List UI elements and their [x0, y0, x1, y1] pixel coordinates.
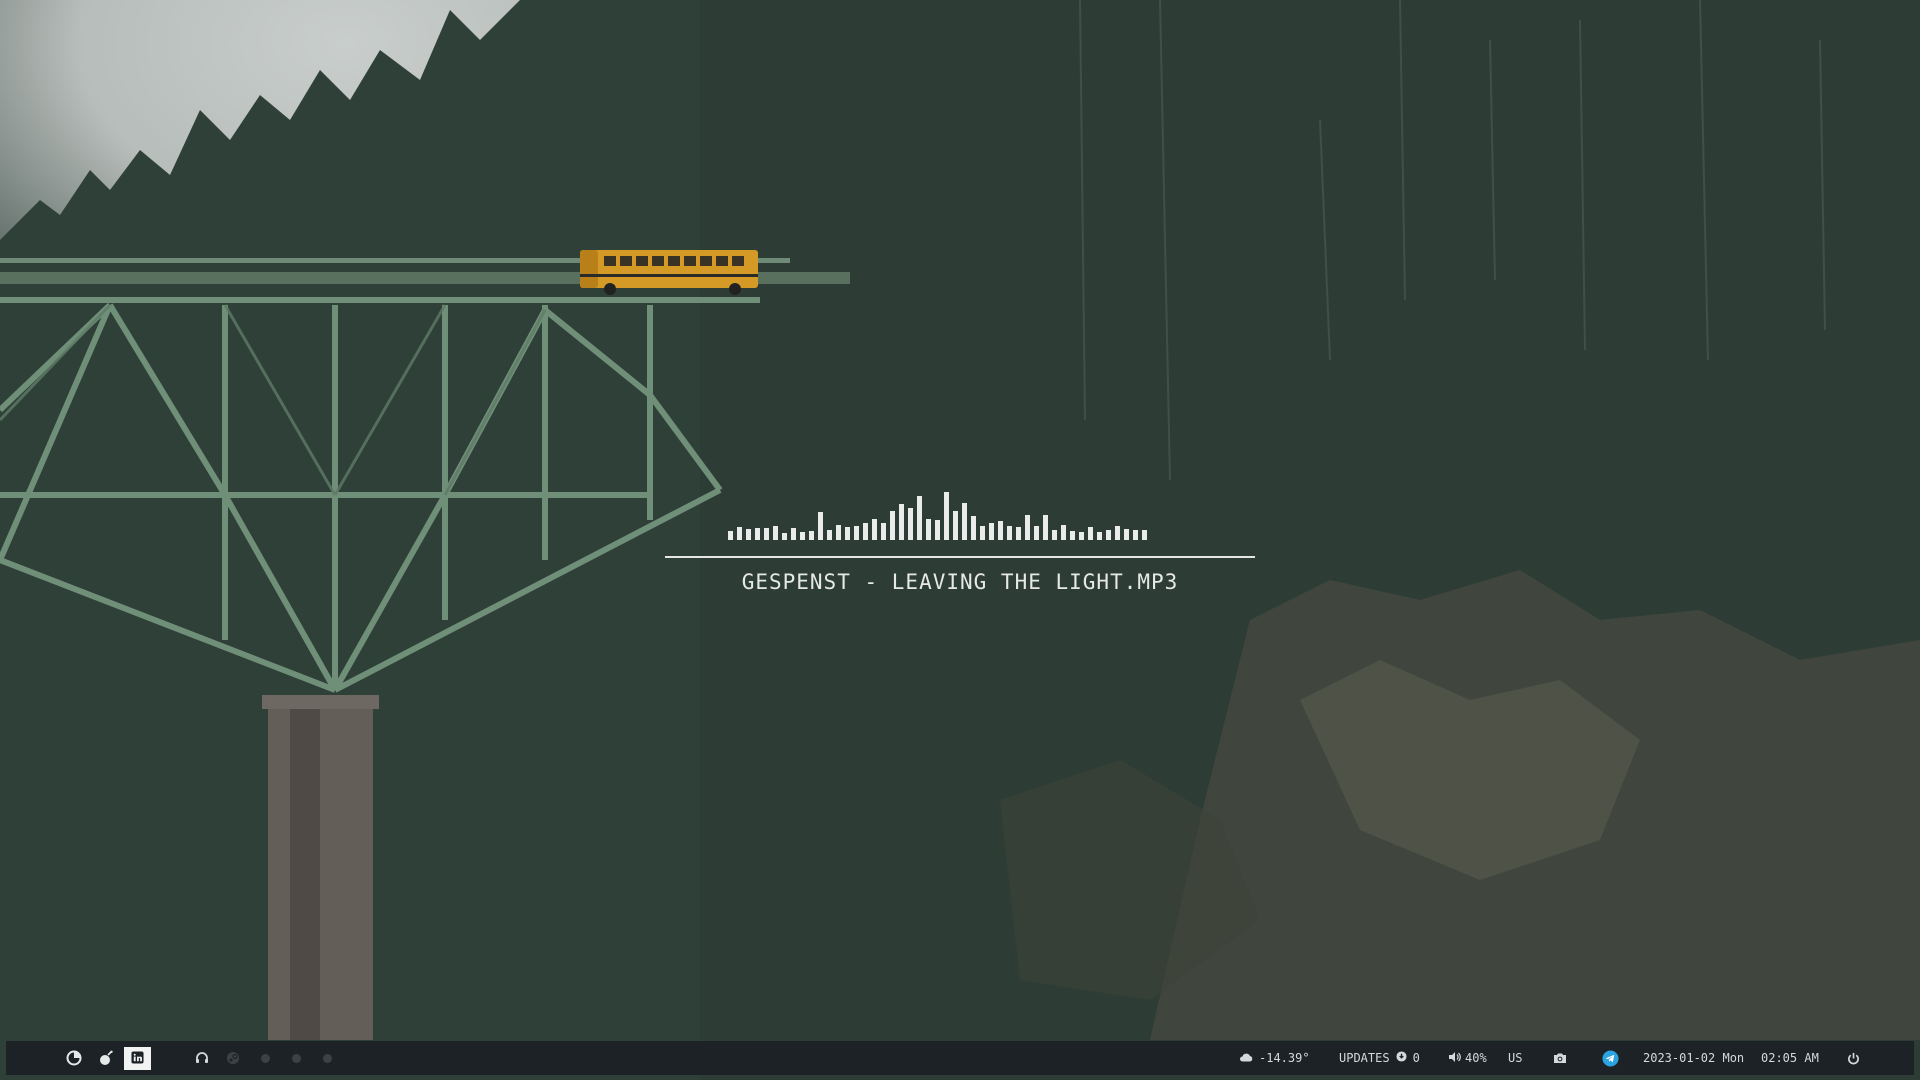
visualizer-bar [1115, 526, 1120, 540]
updates-module[interactable]: UPDATES 0 [1339, 1041, 1420, 1075]
linkedin-icon [131, 1050, 144, 1067]
volume-module[interactable]: 40% [1448, 1041, 1487, 1075]
visualizer-bar [944, 492, 949, 540]
camera-icon[interactable] [1553, 1041, 1567, 1075]
visualizer-bar [899, 504, 904, 540]
visualizer-bar [962, 503, 967, 540]
workspace-active[interactable] [124, 1047, 151, 1070]
visualizer-bar [989, 523, 994, 540]
visualizer-bar [1088, 527, 1093, 540]
visualizer-bar [980, 526, 985, 540]
visualizer-bar [746, 529, 751, 540]
visualizer-bar [845, 527, 850, 540]
audio-visualizer [728, 490, 1188, 540]
workspace-empty-1[interactable] [261, 1054, 270, 1063]
visualizer-bar [1124, 529, 1129, 540]
workspace-steam[interactable] [226, 1041, 240, 1075]
bomb-icon[interactable] [98, 1041, 114, 1075]
weather-module[interactable]: -14.39° [1239, 1041, 1310, 1075]
visualizer-bar [890, 511, 895, 540]
visualizer-bar [809, 531, 814, 540]
wallpaper [0, 0, 1920, 1080]
visualizer-bar [728, 531, 733, 540]
visualizer-bar [908, 508, 913, 540]
updates-label: UPDATES [1339, 1051, 1390, 1065]
visualizer-bar [1106, 530, 1111, 540]
visualizer-bar [1079, 532, 1084, 540]
visualizer-bar [1142, 530, 1147, 540]
desktop: GESPENST - LEAVING THE LIGHT.MP3 -14.39°… [0, 0, 1920, 1080]
steam-icon [226, 1051, 240, 1065]
visualizer-bar [1016, 527, 1021, 540]
visualizer-bar [755, 528, 760, 540]
visualizer-bar [1007, 526, 1012, 540]
clock: 02:05 AM [1761, 1051, 1819, 1065]
telegram-icon[interactable] [1602, 1041, 1619, 1075]
taskbar: -14.39° UPDATES 0 40% US 2023-01-02 Mon … [6, 1041, 1914, 1075]
visualizer-bar [827, 530, 832, 540]
power-icon[interactable] [1847, 1041, 1860, 1075]
workspace-empty-2[interactable] [292, 1054, 301, 1063]
visualizer-bar [773, 526, 778, 540]
visualizer-bar [1034, 526, 1039, 540]
visualizer-bar [836, 525, 841, 540]
visualizer-bar [1097, 532, 1102, 540]
visualizer-bar [971, 516, 976, 540]
headphones-icon [195, 1051, 209, 1065]
update-icon [1396, 1051, 1407, 1065]
date-display: 2023-01-02 Mon [1643, 1051, 1745, 1065]
visualizer-baseline [665, 556, 1255, 558]
keyboard-layout[interactable]: US [1508, 1041, 1522, 1075]
visualizer-bar [1133, 530, 1138, 540]
visualizer-bar [854, 526, 859, 540]
visualizer-bar [791, 528, 796, 540]
visualizer-bar [926, 519, 931, 540]
visualizer-bar [737, 527, 742, 540]
cloud-icon [1239, 1051, 1253, 1065]
now-playing-title: GESPENST - LEAVING THE LIGHT.MP3 [741, 570, 1179, 594]
visualizer-bar [953, 511, 958, 540]
visualizer-bar [917, 496, 922, 540]
visualizer-bar [998, 521, 1003, 540]
visualizer-bar [881, 523, 886, 540]
visualizer-bar [764, 528, 769, 540]
workspace-empty-3[interactable] [323, 1054, 332, 1063]
workspace-headphones[interactable] [195, 1041, 209, 1075]
volume-level: 40% [1465, 1051, 1487, 1065]
speaker-icon [1448, 1051, 1461, 1066]
visualizer-bar [782, 533, 787, 540]
visualizer-bar [863, 523, 868, 540]
weather-temperature: -14.39° [1259, 1051, 1310, 1065]
visualizer-bar [1025, 515, 1030, 540]
visualizer-bar [818, 512, 823, 540]
updates-count: 0 [1412, 1051, 1420, 1065]
visualizer-bar [872, 519, 877, 540]
visualizer-bar [935, 520, 940, 540]
visualizer-bar [1043, 515, 1048, 540]
visualizer-bar [800, 532, 805, 540]
visualizer-bar [1070, 531, 1075, 540]
visualizer-bar [1052, 530, 1057, 540]
visualizer-bar [1061, 525, 1066, 540]
arch-logo-icon[interactable] [66, 1041, 82, 1075]
